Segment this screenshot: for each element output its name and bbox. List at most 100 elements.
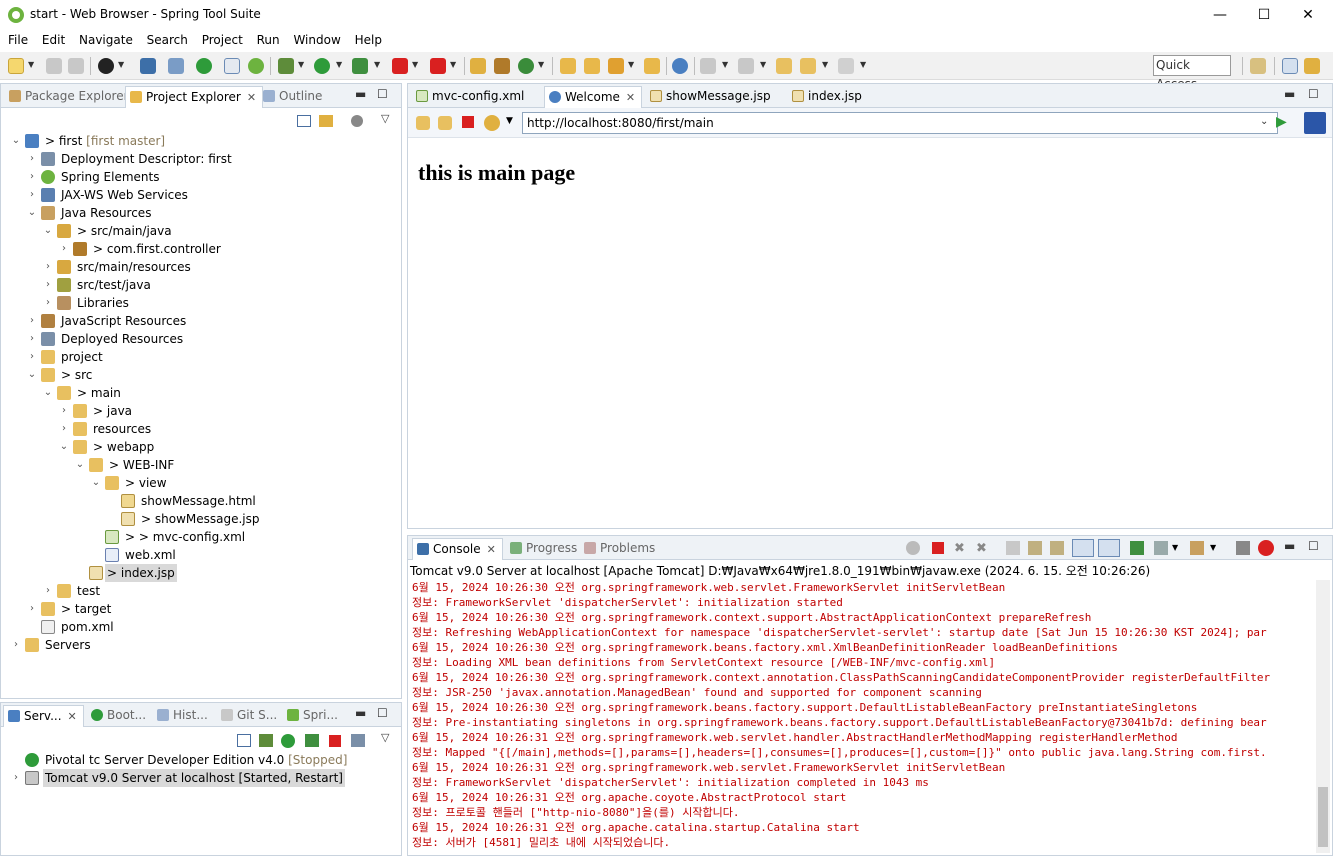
forward-icon[interactable] <box>438 116 452 130</box>
pin-icon[interactable] <box>168 58 184 74</box>
open-perspective-icon[interactable] <box>1250 58 1266 74</box>
server-item-tomcat[interactable]: › Tomcat v9.0 Server at localhost [Start… <box>1 769 401 787</box>
tree-item-javascript-resources[interactable]: › JavaScript Resources <box>1 312 401 330</box>
save-all-icon[interactable] <box>68 58 84 74</box>
quick-access-input[interactable]: Quick Access <box>1153 55 1231 91</box>
open-type-icon[interactable] <box>584 58 600 74</box>
tree-item-src-test-java[interactable]: › src/test/java <box>1 276 401 294</box>
profile-server-icon[interactable] <box>305 734 319 747</box>
close-icon[interactable]: ✕ <box>626 91 635 104</box>
tab-problems[interactable]: Problems <box>580 538 655 560</box>
tree-item-libraries[interactable]: › Libraries <box>1 294 401 312</box>
go-icon[interactable]: ▶ <box>1276 114 1287 130</box>
show-stdout-icon[interactable] <box>1072 539 1094 557</box>
tree-item-resources[interactable]: › resources <box>1 420 401 438</box>
chevron-down-icon[interactable]: ▼ <box>374 60 380 69</box>
tree-item-servers[interactable]: › Servers <box>1 636 401 654</box>
chevron-down-icon[interactable]: ▼ <box>760 60 766 69</box>
tree-item-test[interactable]: › test <box>1 582 401 600</box>
tab-boot-dashboard[interactable]: Boot... <box>87 705 146 727</box>
remove-launch-icon[interactable]: ✖ <box>954 541 965 556</box>
back-icon[interactable] <box>416 116 430 130</box>
tab-package-explorer[interactable]: Package Explorer <box>5 86 129 108</box>
boot-dashboard-icon[interactable] <box>196 58 212 74</box>
tree-item-target[interactable]: › > target <box>1 600 401 618</box>
debug-icon[interactable] <box>278 58 294 74</box>
tree-item-webapp[interactable]: ⌄ > webapp <box>1 438 401 456</box>
run-external-icon[interactable] <box>352 58 368 74</box>
tree-item-pom-xml[interactable]: pom.xml <box>1 618 401 636</box>
display-console-icon[interactable] <box>1154 541 1168 555</box>
scrollbar-thumb[interactable] <box>1318 787 1328 847</box>
open-folder-icon[interactable] <box>560 58 576 74</box>
chevron-down-icon[interactable]: ▼ <box>722 60 728 69</box>
tree-item-spring-elements[interactable]: › Spring Elements <box>1 168 401 186</box>
chevron-down-icon[interactable]: ▼ <box>298 60 304 69</box>
tab-console[interactable]: Console ✕ <box>412 538 503 560</box>
maximize-icon[interactable]: ☐ <box>377 706 388 720</box>
url-dropdown-icon[interactable]: ⌄ <box>1260 116 1268 127</box>
tree-item-project[interactable]: › project <box>1 348 401 366</box>
tree-item-deployment-descriptor[interactable]: › Deployment Descriptor: first <box>1 150 401 168</box>
tree-item-web-inf[interactable]: ⌄ > WEB-INF <box>1 456 401 474</box>
menu-project[interactable]: Project <box>194 30 243 50</box>
scroll-lock-icon[interactable] <box>1028 541 1042 555</box>
tools-icon[interactable] <box>608 58 624 74</box>
java-perspective-icon[interactable] <box>1282 58 1298 74</box>
back-icon[interactable] <box>800 58 816 74</box>
new-server-icon[interactable] <box>470 58 486 74</box>
minimize-icon[interactable]: ▬ <box>355 706 366 720</box>
show-stderr-icon[interactable] <box>1098 539 1120 557</box>
chevron-down-icon[interactable]: ▼ <box>412 60 418 69</box>
tree-item-first[interactable]: ⌄ > first [first master] <box>1 132 401 150</box>
open-task-icon[interactable] <box>644 58 660 74</box>
forward-icon[interactable] <box>838 58 854 74</box>
chevron-down-icon[interactable]: ▼ <box>822 60 828 69</box>
clear-console-icon[interactable] <box>1006 541 1020 555</box>
tab-outline[interactable]: Outline <box>259 86 322 108</box>
word-wrap-icon[interactable] <box>1050 541 1064 555</box>
chevron-down-icon[interactable]: ▼ <box>628 60 634 69</box>
menu-window[interactable]: Window <box>285 30 340 50</box>
tab-project-explorer[interactable]: Project Explorer ✕ <box>125 86 264 108</box>
minimize-button[interactable]: — <box>1197 0 1243 30</box>
menu-edit[interactable]: Edit <box>34 30 65 50</box>
tree-item-mvc-config-xml[interactable]: > > mvc-config.xml <box>1 528 401 546</box>
tab-git-staging[interactable]: Git S... <box>217 705 277 727</box>
tree-item-index-jsp[interactable]: > index.jsp <box>1 564 401 582</box>
collapse-all-icon[interactable] <box>297 115 311 127</box>
menu-search[interactable]: Search <box>139 30 188 50</box>
tree-item-main[interactable]: ⌄ > main <box>1 384 401 402</box>
remove-all-icon[interactable]: ✖ <box>976 541 987 556</box>
tab-showmessage-jsp[interactable]: showMessage.jsp <box>646 86 771 108</box>
terminal-icon[interactable] <box>140 58 156 74</box>
stop-icon[interactable] <box>462 116 474 128</box>
toggle-mark-icon[interactable] <box>224 58 240 74</box>
tree-item-deployed-resources[interactable]: › Deployed Resources <box>1 330 401 348</box>
chevron-down-icon[interactable]: ▼ <box>506 116 513 126</box>
menu-help[interactable]: Help <box>347 30 382 50</box>
stop-icon[interactable] <box>392 58 408 74</box>
profile-icon[interactable] <box>98 58 114 74</box>
tree-item-java[interactable]: › > java <box>1 402 401 420</box>
new-icon[interactable] <box>8 58 24 74</box>
tree-item-view[interactable]: ⌄ > view <box>1 474 401 492</box>
refresh-icon[interactable] <box>518 58 534 74</box>
run-icon[interactable] <box>314 58 330 74</box>
next-annotation-icon[interactable] <box>700 58 716 74</box>
chevron-down-icon[interactable]: ▼ <box>450 60 456 69</box>
tree-item-web-xml[interactable]: web.xml <box>1 546 401 564</box>
minimize-icon[interactable]: ▬ <box>1284 87 1295 101</box>
chevron-down-icon[interactable]: ▼ <box>1172 543 1178 552</box>
prev-annotation-icon[interactable] <box>738 58 754 74</box>
tree-item-src[interactable]: ⌄ > src <box>1 366 401 384</box>
open-console-icon[interactable] <box>1190 541 1204 555</box>
chevron-down-icon[interactable]: ▼ <box>28 60 34 69</box>
view-menu-icon[interactable]: ▽ <box>381 112 389 125</box>
tab-spring-explorer[interactable]: Spri... <box>283 705 338 727</box>
tab-servers[interactable]: Serv... ✕ <box>3 705 84 727</box>
tree-item-src-main-resources[interactable]: › src/main/resources <box>1 258 401 276</box>
copy-console-icon[interactable] <box>1236 541 1250 555</box>
console-scrollbar[interactable] <box>1316 580 1330 853</box>
maximize-icon[interactable]: ☐ <box>1308 539 1319 553</box>
